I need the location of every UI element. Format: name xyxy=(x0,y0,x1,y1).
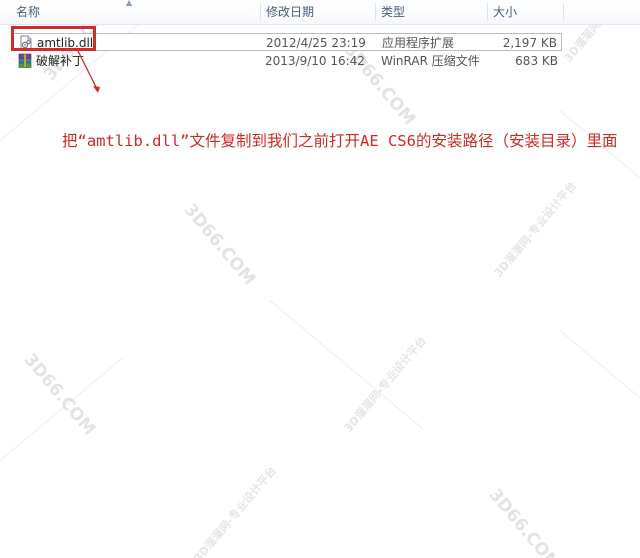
highlight-box xyxy=(11,26,96,51)
watermark-cn: 3D溜溜网-专业设计平台 xyxy=(491,179,579,280)
column-separator[interactable] xyxy=(563,3,564,21)
watermark-site: 3D66.COM xyxy=(19,350,100,440)
watermark-site: 3D66.COM xyxy=(179,200,260,290)
file-date-modified: 2012/4/25 23:19 xyxy=(266,36,366,50)
explorer-window: 3D66.COM 3D66.COM 3D66.COM 3D66.COM 3D66… xyxy=(0,0,640,558)
column-size[interactable]: 大小 xyxy=(487,0,563,24)
column-type[interactable]: 类型 xyxy=(375,0,487,24)
file-type: WinRAR 压缩文件 xyxy=(381,54,480,68)
file-size: 683 KB xyxy=(515,54,558,68)
file-type: 应用程序扩展 xyxy=(382,36,455,50)
column-date-modified[interactable]: 修改日期 xyxy=(260,0,376,24)
instruction-text: 把“amtlib.dll”文件复制到我们之前打开AE CS6的安装路径（安装目录… xyxy=(62,132,618,150)
watermark-line xyxy=(559,330,640,421)
file-size: 2,197 KB xyxy=(502,36,557,50)
watermark-site: 3D66.COM xyxy=(484,485,565,558)
pointer-arrow-icon xyxy=(77,50,100,93)
watermark-cn: 3D溜溜网-专业设计平台 xyxy=(341,334,429,435)
column-header: 名称 ▲ 修改日期 类型 大小 xyxy=(0,0,640,25)
winrar-archive-icon xyxy=(17,53,33,69)
file-name: 破解补丁 xyxy=(36,54,85,68)
watermark-cn: 3D溜溜网-专业设计平台 xyxy=(191,464,279,558)
column-name[interactable]: 名称 xyxy=(10,0,260,24)
file-date-modified: 2013/9/10 16:42 xyxy=(265,54,365,68)
sort-ascending-icon: ▲ xyxy=(126,0,133,7)
file-row-patch[interactable]: 破解补丁 2013/9/10 16:42 WinRAR 压缩文件 683 KB xyxy=(12,52,562,70)
watermark-line xyxy=(0,357,124,461)
